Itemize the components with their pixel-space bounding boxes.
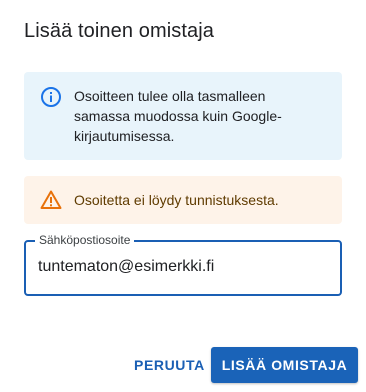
info-icon <box>40 86 62 108</box>
email-field[interactable]: Sähköpostiosoite <box>24 233 342 296</box>
cancel-button[interactable]: PERUUTA <box>128 347 204 383</box>
warning-notice: Osoitetta ei löydy tunnistuksesta. <box>24 176 342 224</box>
dialog-title: Lisää toinen omistaja <box>24 20 214 42</box>
add-owner-button[interactable]: LISÄÄ OMISTAJA <box>211 347 358 383</box>
info-notice: Osoitteen tulee olla tasmalleen samassa … <box>24 72 342 160</box>
email-field-label: Sähköpostiosoite <box>35 233 135 247</box>
info-notice-text: Osoitteen tulee olla tasmalleen samassa … <box>74 88 282 144</box>
add-owner-dialog: Lisää toinen omistaja Osoitteen tulee ol… <box>0 0 366 392</box>
warning-notice-text: Osoitetta ei löydy tunnistuksesta. <box>74 192 279 208</box>
email-input[interactable] <box>38 258 328 276</box>
warning-icon <box>40 189 62 211</box>
